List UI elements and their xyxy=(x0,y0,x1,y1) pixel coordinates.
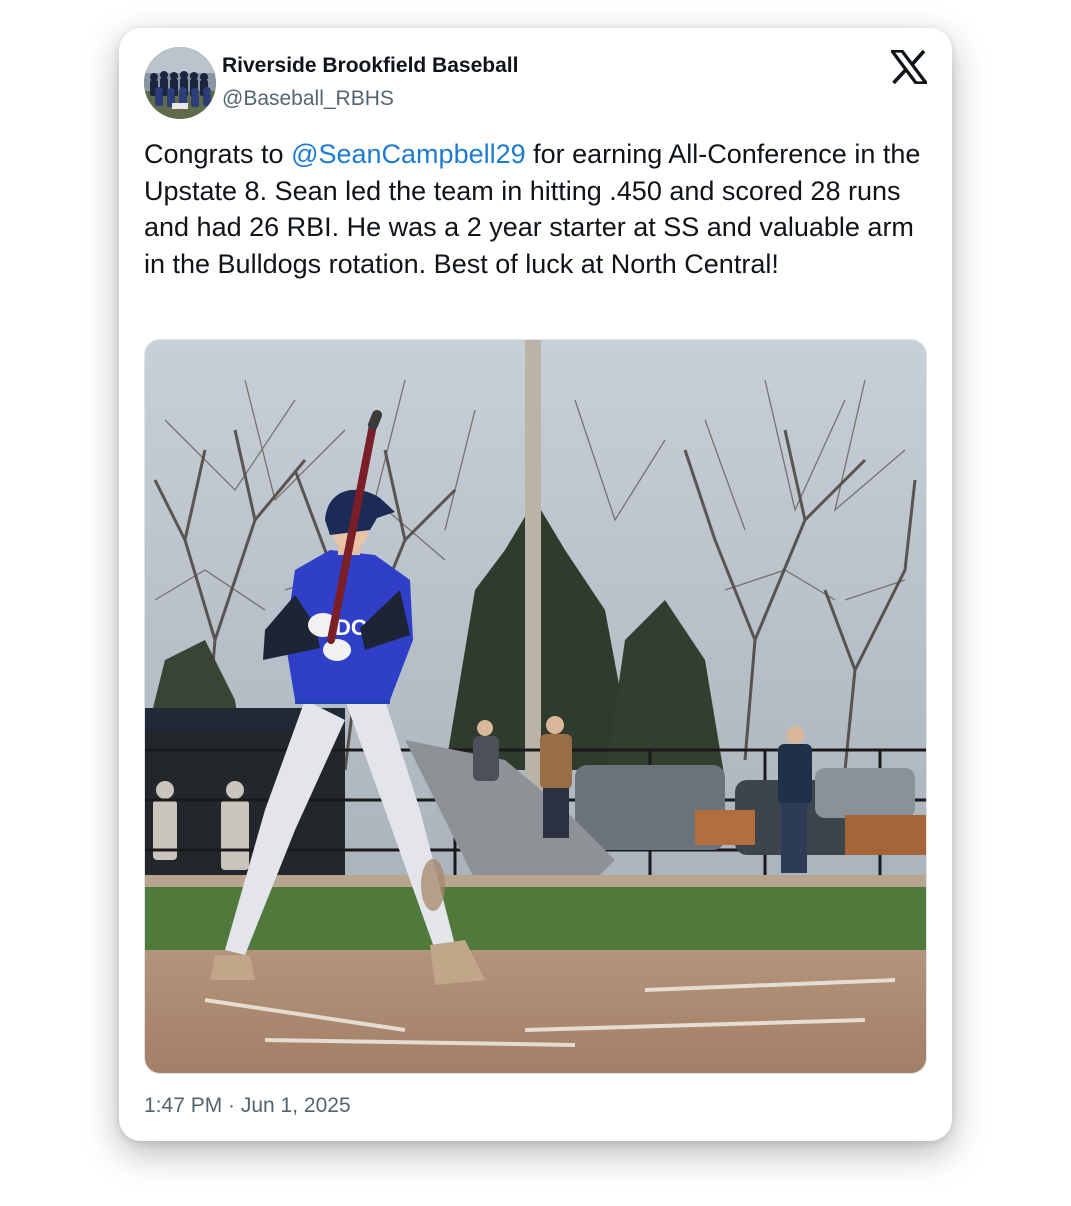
tweet-timestamp[interactable]: 1:47 PM · Jun 1, 2025 xyxy=(144,1094,351,1118)
author-handle[interactable]: @Baseball_RBHS xyxy=(222,87,394,111)
tweet-text: Congrats to @SeanCampbell29 for earning … xyxy=(144,136,934,282)
author-display-name[interactable]: Riverside Brookfield Baseball xyxy=(222,54,518,78)
tweet-photo[interactable]: DOGS xyxy=(144,339,927,1074)
tweet-text-start: Congrats to xyxy=(144,139,292,169)
team-photo-avatar-icon xyxy=(144,47,216,119)
x-logo-icon[interactable] xyxy=(891,50,927,84)
mention-link[interactable]: @SeanCampbell29 xyxy=(291,139,526,169)
avatar[interactable] xyxy=(144,47,216,119)
baseball-batter-photo: DOGS xyxy=(145,340,926,1073)
tweet-card[interactable]: Riverside Brookfield Baseball @Baseball_… xyxy=(119,28,952,1141)
